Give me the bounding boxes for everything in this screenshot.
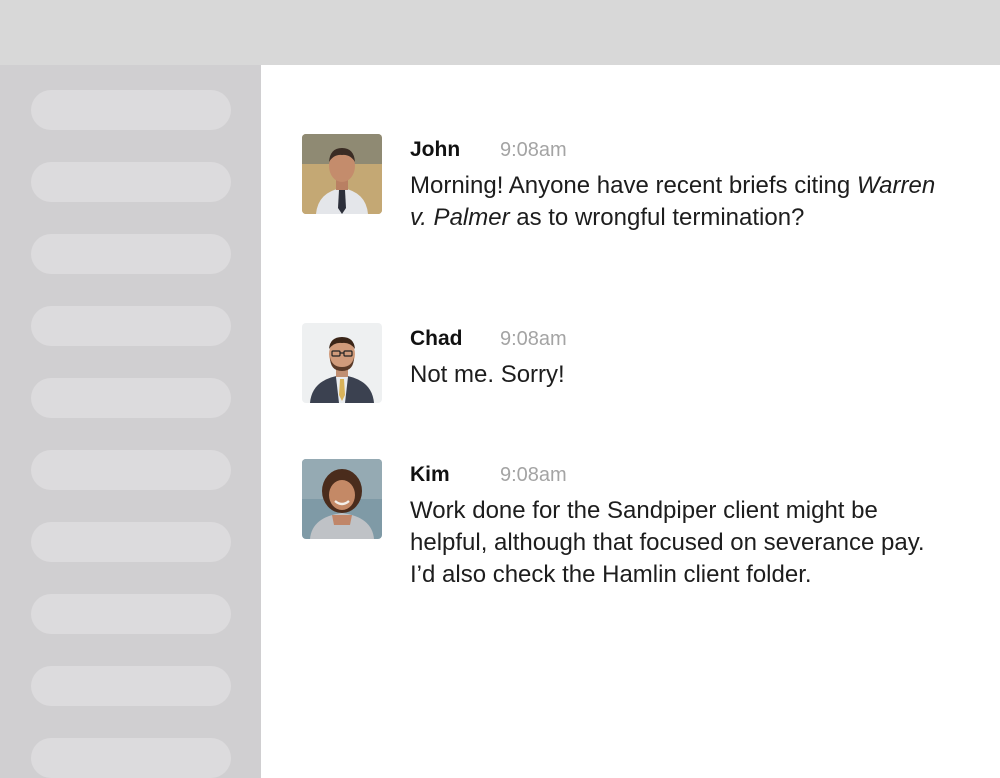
chat-main: John 9:08am Morning! Anyone have recent … [261, 65, 1000, 778]
message-text: Morning! Anyone have recent briefs citin… [410, 170, 950, 234]
sidebar-item-placeholder[interactable] [31, 594, 231, 634]
sidebar-item-placeholder[interactable] [31, 378, 231, 418]
top-bar [0, 0, 1000, 65]
avatar[interactable] [302, 134, 382, 214]
sidebar [0, 65, 261, 778]
sidebar-item-placeholder[interactable] [31, 90, 231, 130]
sidebar-item-placeholder[interactable] [31, 306, 231, 346]
sidebar-item-placeholder[interactable] [31, 738, 231, 778]
message-author[interactable]: John [410, 138, 500, 162]
sidebar-item-placeholder[interactable] [31, 450, 231, 490]
message-timestamp: 9:08am [500, 463, 567, 486]
sidebar-item-placeholder[interactable] [31, 666, 231, 706]
avatar[interactable] [302, 459, 382, 539]
message-author[interactable]: Chad [410, 327, 500, 351]
message-text-part: Morning! Anyone have recent briefs citin… [410, 172, 857, 199]
message-text-part: as to wrongful termination? [509, 204, 805, 231]
sidebar-item-placeholder[interactable] [31, 522, 231, 562]
message-text: Not me. Sorry! [410, 361, 565, 388]
avatar[interactable] [302, 323, 382, 403]
message-author[interactable]: Kim [410, 463, 500, 487]
avatar-chad-photo [302, 323, 382, 403]
avatar-john-photo [302, 134, 382, 214]
sidebar-item-placeholder[interactable] [31, 162, 231, 202]
message-text: Work done for the Sandpiper client might… [410, 497, 925, 588]
message-timestamp: 9:08am [500, 327, 567, 350]
sidebar-item-placeholder[interactable] [31, 234, 231, 274]
avatar-kim-photo [302, 459, 382, 539]
message-timestamp: 9:08am [500, 138, 567, 161]
